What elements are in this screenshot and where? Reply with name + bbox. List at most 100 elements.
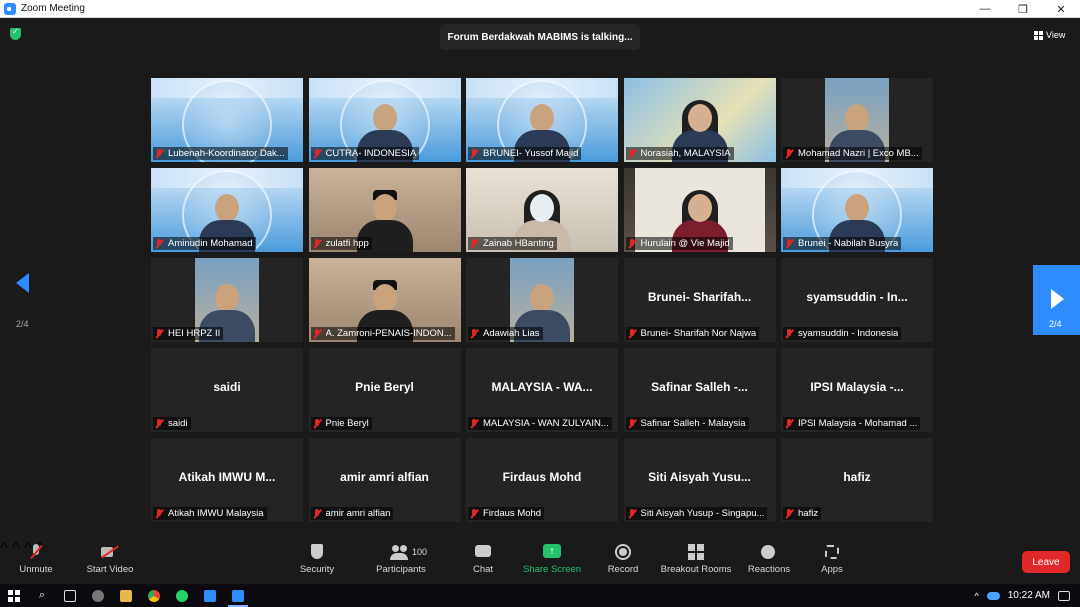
participant-tile[interactable]: Pnie Beryl Pnie Beryl: [308, 348, 461, 432]
participant-tile[interactable]: Siti Aisyah Yusu... Siti Aisyah Yusup - S…: [623, 438, 776, 522]
audio-options-caret-icon[interactable]: ^: [0, 540, 8, 557]
taskbar-app-chrome[interactable]: [140, 584, 168, 607]
notifications-icon[interactable]: [1058, 590, 1070, 601]
minimize-button[interactable]: —: [966, 0, 1004, 18]
participant-display-name: Safinar Salleh -...: [651, 380, 748, 394]
participant-name-label: Aminudin Mohamad: [153, 237, 256, 250]
browser-icon: [92, 589, 104, 602]
participant-name-label: BRUNEI- Yussof Majid: [468, 147, 582, 160]
mic-muted-icon: [626, 328, 638, 339]
taskbar-app-whatsapp[interactable]: [168, 584, 196, 607]
previous-page-button[interactable]: 2/4: [0, 265, 46, 335]
participant-name-label: Zainab HBanting: [468, 237, 557, 250]
participant-name: CUTRA- INDONESIA: [325, 148, 417, 159]
share-screen-button[interactable]: Share Screen: [522, 544, 582, 575]
leave-button[interactable]: Leave: [1022, 551, 1070, 573]
mic-muted-icon: [153, 238, 165, 249]
mic-muted-icon: [626, 508, 638, 519]
search-icon: ⌕: [38, 589, 46, 601]
taskbar-app-zoom-meeting[interactable]: [224, 584, 252, 607]
page-indicator-right: 2/4: [1049, 319, 1062, 329]
taskbar-app-files[interactable]: [112, 584, 140, 607]
chat-button[interactable]: Chat: [468, 544, 498, 575]
window-title: Zoom Meeting: [21, 3, 85, 14]
whatsapp-icon: [176, 589, 188, 602]
participant-tile[interactable]: IPSI Malaysia -... IPSI Malaysia - Mohama…: [781, 348, 933, 432]
participants-icon: [390, 544, 408, 560]
taskbar-search[interactable]: ⌕: [28, 584, 56, 607]
grid-view-icon: [1034, 30, 1043, 40]
participant-name: Mohamad Nazri | Exco MB...: [798, 148, 919, 159]
participant-tile[interactable]: Norasiah, MALAYSIA: [623, 78, 776, 162]
participant-tile[interactable]: hafiz hafiz: [781, 438, 933, 522]
mic-muted-icon: [468, 238, 480, 249]
participant-display-name: Firdaus Mohd: [502, 470, 582, 484]
participant-name-label: Siti Aisyah Yusup - Singapu...: [625, 507, 768, 520]
reactions-button[interactable]: Reactions: [746, 544, 792, 575]
participant-tile[interactable]: Adawiah Lias: [466, 258, 618, 342]
reactions-label: Reactions: [747, 564, 791, 575]
participant-tile[interactable]: zulatfi hpp: [308, 168, 461, 252]
mic-muted-icon: [311, 238, 323, 249]
participant-name-label: hafiz: [783, 507, 822, 520]
participant-tile[interactable]: Zainab HBanting: [466, 168, 618, 252]
participant-tile[interactable]: syamsuddin - In... syamsuddin - Indonesia: [781, 258, 933, 342]
participant-name-label: Lubenah-Koordinator Dak...: [153, 147, 288, 160]
participant-tile[interactable]: Brunei- Sharifah... Brunei- Sharifah Nor …: [623, 258, 776, 342]
unmute-button[interactable]: Unmute: [14, 544, 58, 575]
next-page-button[interactable]: 2/4: [1033, 265, 1080, 335]
participant-name-label: IPSI Malaysia - Mohamad ...: [783, 417, 921, 430]
participant-tile[interactable]: CUTRA- INDONESIA: [308, 78, 461, 162]
close-button[interactable]: ✕: [1042, 0, 1080, 18]
mic-muted-icon: [783, 148, 795, 159]
participant-tile[interactable]: Hurulain @ Vie Majid: [623, 168, 776, 252]
mic-muted-icon: [783, 508, 795, 519]
windows-taskbar: ⌕ ^ 10:22 AM: [0, 584, 1080, 607]
mic-muted-icon: [311, 508, 323, 519]
mic-muted-icon: [311, 328, 323, 339]
participant-name-label: amir amri alfian: [310, 507, 394, 520]
participant-tile[interactable]: HEI HRPZ II: [151, 258, 303, 342]
participant-name: Lubenah-Koordinator Dak...: [168, 148, 285, 159]
participants-button[interactable]: 100 Participants: [372, 544, 430, 575]
clock[interactable]: 10:22 AM: [1008, 590, 1050, 601]
participant-name-label: saidi: [153, 417, 191, 430]
taskbar-app-zoom[interactable]: [196, 584, 224, 607]
security-button[interactable]: Security: [296, 544, 338, 575]
participant-display-name: saidi: [213, 380, 241, 394]
maximize-button[interactable]: ❐: [1004, 0, 1042, 18]
participant-tile[interactable]: Firdaus Mohd Firdaus Mohd: [466, 438, 618, 522]
participant-tile[interactable]: saidi saidi: [151, 348, 303, 432]
participant-tile[interactable]: Aminudin Mohamad: [151, 168, 303, 252]
participant-tile[interactable]: BRUNEI- Yussof Majid: [466, 78, 618, 162]
participant-tile[interactable]: amir amri alfian amir amri alfian: [308, 438, 461, 522]
participant-tile[interactable]: Safinar Salleh -... Safinar Salleh - Mala…: [623, 348, 776, 432]
breakout-rooms-button[interactable]: Breakout Rooms: [660, 544, 732, 575]
participant-tile[interactable]: Mohamad Nazri | Exco MB...: [781, 78, 933, 162]
unmute-label: Unmute: [19, 564, 53, 575]
breakout-rooms-label: Breakout Rooms: [660, 564, 732, 575]
zoom-meeting-icon: [232, 589, 244, 602]
view-button[interactable]: View: [1034, 26, 1070, 44]
participant-tile[interactable]: A. Zamroni-PENAIS-INDON...: [308, 258, 461, 342]
participant-name-label: Brunei- Sharifah Nor Najwa: [625, 327, 760, 340]
task-view-button[interactable]: [56, 584, 84, 607]
start-button[interactable]: [0, 584, 28, 607]
participant-name: hafiz: [798, 508, 819, 519]
participant-tile[interactable]: Atikah IMWU M... Atikah IMWU Malaysia: [151, 438, 303, 522]
record-label: Record: [607, 564, 639, 575]
tray-overflow-icon[interactable]: ^: [975, 591, 979, 601]
apps-button[interactable]: Apps: [818, 544, 846, 575]
participant-name-label: MALAYSIA - WAN ZULYAIN...: [468, 417, 612, 430]
taskbar-app-chromium[interactable]: [84, 584, 112, 607]
participant-tile[interactable]: Lubenah-Koordinator Dak...: [151, 78, 303, 162]
apps-label: Apps: [821, 564, 843, 575]
participant-name: syamsuddin - Indonesia: [798, 328, 899, 339]
record-button[interactable]: Record: [605, 544, 641, 575]
participant-tile[interactable]: MALAYSIA - WA... MALAYSIA - WAN ZULYAIN..…: [466, 348, 618, 432]
start-video-button[interactable]: Start Video: [82, 544, 138, 575]
mic-muted-icon: [468, 418, 480, 429]
encryption-shield-icon[interactable]: [10, 27, 21, 40]
participant-tile[interactable]: Brunei - Nabilah Busyra: [781, 168, 933, 252]
onedrive-cloud-icon[interactable]: [986, 591, 1000, 600]
